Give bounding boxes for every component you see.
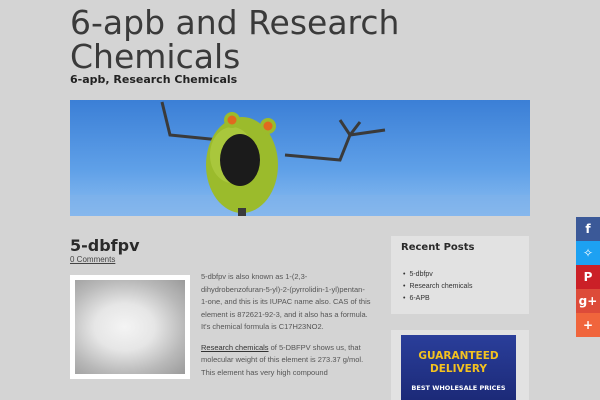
post-title[interactable]: 5-dbfpv [70, 236, 140, 255]
comments-link[interactable]: 0 Comments [70, 255, 115, 264]
facebook-icon: f [585, 222, 591, 236]
more-share-button[interactable]: + [576, 313, 600, 337]
facebook-share-button[interactable]: f [576, 217, 600, 241]
recent-post-link[interactable]: Research chemicals [403, 281, 472, 293]
post-thumbnail[interactable] [70, 275, 190, 379]
site-description: 6-apb, Research Chemicals [70, 73, 238, 86]
pinterest-share-button[interactable]: P [576, 265, 600, 289]
pinterest-icon: P [583, 270, 593, 284]
post-content: 5-dbfpv is also known as 1-(2,3-dihydrob… [201, 271, 371, 387]
twitter-share-button[interactable]: ✧ [576, 241, 600, 265]
ad-headline: GUARANTEED DELIVERY [418, 350, 499, 375]
recent-post-link[interactable]: 5-dbfpv [403, 269, 472, 281]
recent-posts-widget: Recent Posts 5-dbfpv Research chemicals … [391, 236, 529, 314]
site-title[interactable]: 6-apb and Research Chemicals [70, 6, 510, 74]
post-paragraph: 5-dbfpv is also known as 1-(2,3-dihydrob… [201, 272, 371, 331]
ad-widget: GUARANTEED DELIVERY BEST WHOLESALE PRICE… [391, 330, 529, 400]
ad-banner[interactable]: GUARANTEED DELIVERY BEST WHOLESALE PRICE… [401, 335, 516, 400]
recent-post-link[interactable]: 6-APB [403, 293, 472, 305]
header-banner-image [70, 100, 530, 216]
social-share-bar: f ✧ P g+ + [576, 217, 600, 337]
powder-image [75, 280, 185, 374]
widget-title: Recent Posts [401, 242, 475, 253]
research-chemicals-link[interactable]: Research chemicals [201, 343, 269, 352]
googleplus-icon: g+ [578, 294, 598, 308]
post-paragraph: Research chemicals of 5-DBFPV shows us, … [201, 342, 371, 380]
googleplus-share-button[interactable]: g+ [576, 289, 600, 313]
twitter-icon: ✧ [582, 246, 594, 260]
recent-posts-list: 5-dbfpv Research chemicals 6-APB [403, 269, 472, 305]
more-icon: + [582, 318, 594, 332]
ad-subline: BEST WHOLESALE PRICES [411, 384, 506, 392]
